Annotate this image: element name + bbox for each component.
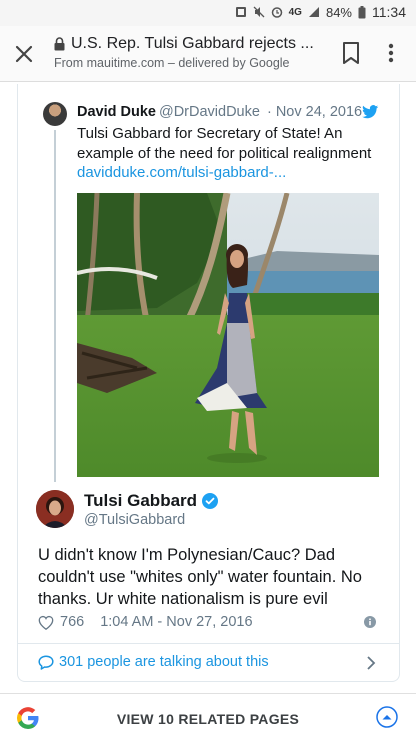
alarm-icon (271, 7, 282, 18)
more-vert-icon[interactable] (384, 40, 398, 66)
network-type: 4G (288, 6, 302, 18)
mute-icon (253, 6, 265, 18)
status-icons: 4G 84% 11:34 (235, 4, 406, 20)
author-name: Tulsi Gabbard (84, 491, 198, 510)
tweet-text: U didn't know I'm Polynesian/Cauc? Dad c… (38, 546, 362, 608)
author-name-row[interactable]: Tulsi Gabbard (84, 491, 219, 511)
quoted-tweet-header: David Duke @DrDavidDuke · Nov 24, 2016 (77, 104, 362, 120)
chevron-up-icon[interactable] (376, 706, 398, 728)
related-pages-label: VIEW 10 RELATED PAGES (116, 711, 300, 727)
avatar[interactable] (36, 490, 74, 528)
quoted-tweet-text: Tulsi Gabbard for Secretary of State! An… (77, 125, 372, 162)
tweet-photo[interactable] (77, 193, 379, 477)
tweet-timestamp[interactable]: 1:04 AM - Nov 27, 2016 (100, 614, 252, 630)
page-header[interactable]: U.S. Rep. Tulsi Gabbard rejects ... From… (54, 35, 324, 70)
quoted-tweet-link[interactable]: davidduke.com/tulsi-gabbard-... (77, 164, 286, 181)
screenshot-icon (235, 7, 246, 17)
battery-percent: 84% (325, 4, 352, 20)
close-icon[interactable] (12, 42, 36, 66)
chat-bubble-icon (38, 655, 54, 670)
status-bar: 4G 84% 11:34 (0, 0, 416, 26)
lock-icon (54, 37, 65, 51)
clock: 11:34 (372, 4, 406, 20)
avatar-image (36, 490, 74, 528)
thread-line (54, 130, 56, 482)
twitter-bird-icon[interactable] (362, 105, 379, 119)
like-count[interactable]: 766 (60, 614, 84, 630)
page-title-row: U.S. Rep. Tulsi Gabbard rejects ... (54, 35, 324, 53)
tweet-meta: 766 1:04 AM - Nov 27, 2016 (38, 614, 253, 630)
avatar[interactable] (43, 102, 67, 126)
info-icon[interactable] (364, 616, 376, 628)
related-pages-bar[interactable]: VIEW 10 RELATED PAGES (0, 693, 416, 740)
battery-icon (358, 5, 366, 18)
bookmark-icon[interactable] (340, 40, 362, 66)
top-app-bar: U.S. Rep. Tulsi Gabbard rejects ... From… (0, 26, 416, 82)
page-title: U.S. Rep. Tulsi Gabbard rejects ... (71, 35, 314, 52)
heart-icon[interactable] (38, 615, 54, 630)
author-handle[interactable]: @TulsiGabbard (84, 512, 185, 528)
verified-icon (202, 493, 219, 509)
signal-icon (308, 7, 319, 17)
quoted-author-handle[interactable]: @DrDavidDuke (159, 104, 260, 120)
page-source: From mauitime.com – delivered by Google (54, 56, 290, 70)
quoted-tweet-date[interactable]: · Nov 24, 2016 (267, 104, 362, 120)
quoted-author-name[interactable]: David Duke (77, 104, 156, 120)
conversation-link[interactable]: 301 people are talking about this (18, 644, 399, 681)
conversation-label: 301 people are talking about this (59, 654, 269, 670)
chevron-right-icon (367, 656, 376, 670)
